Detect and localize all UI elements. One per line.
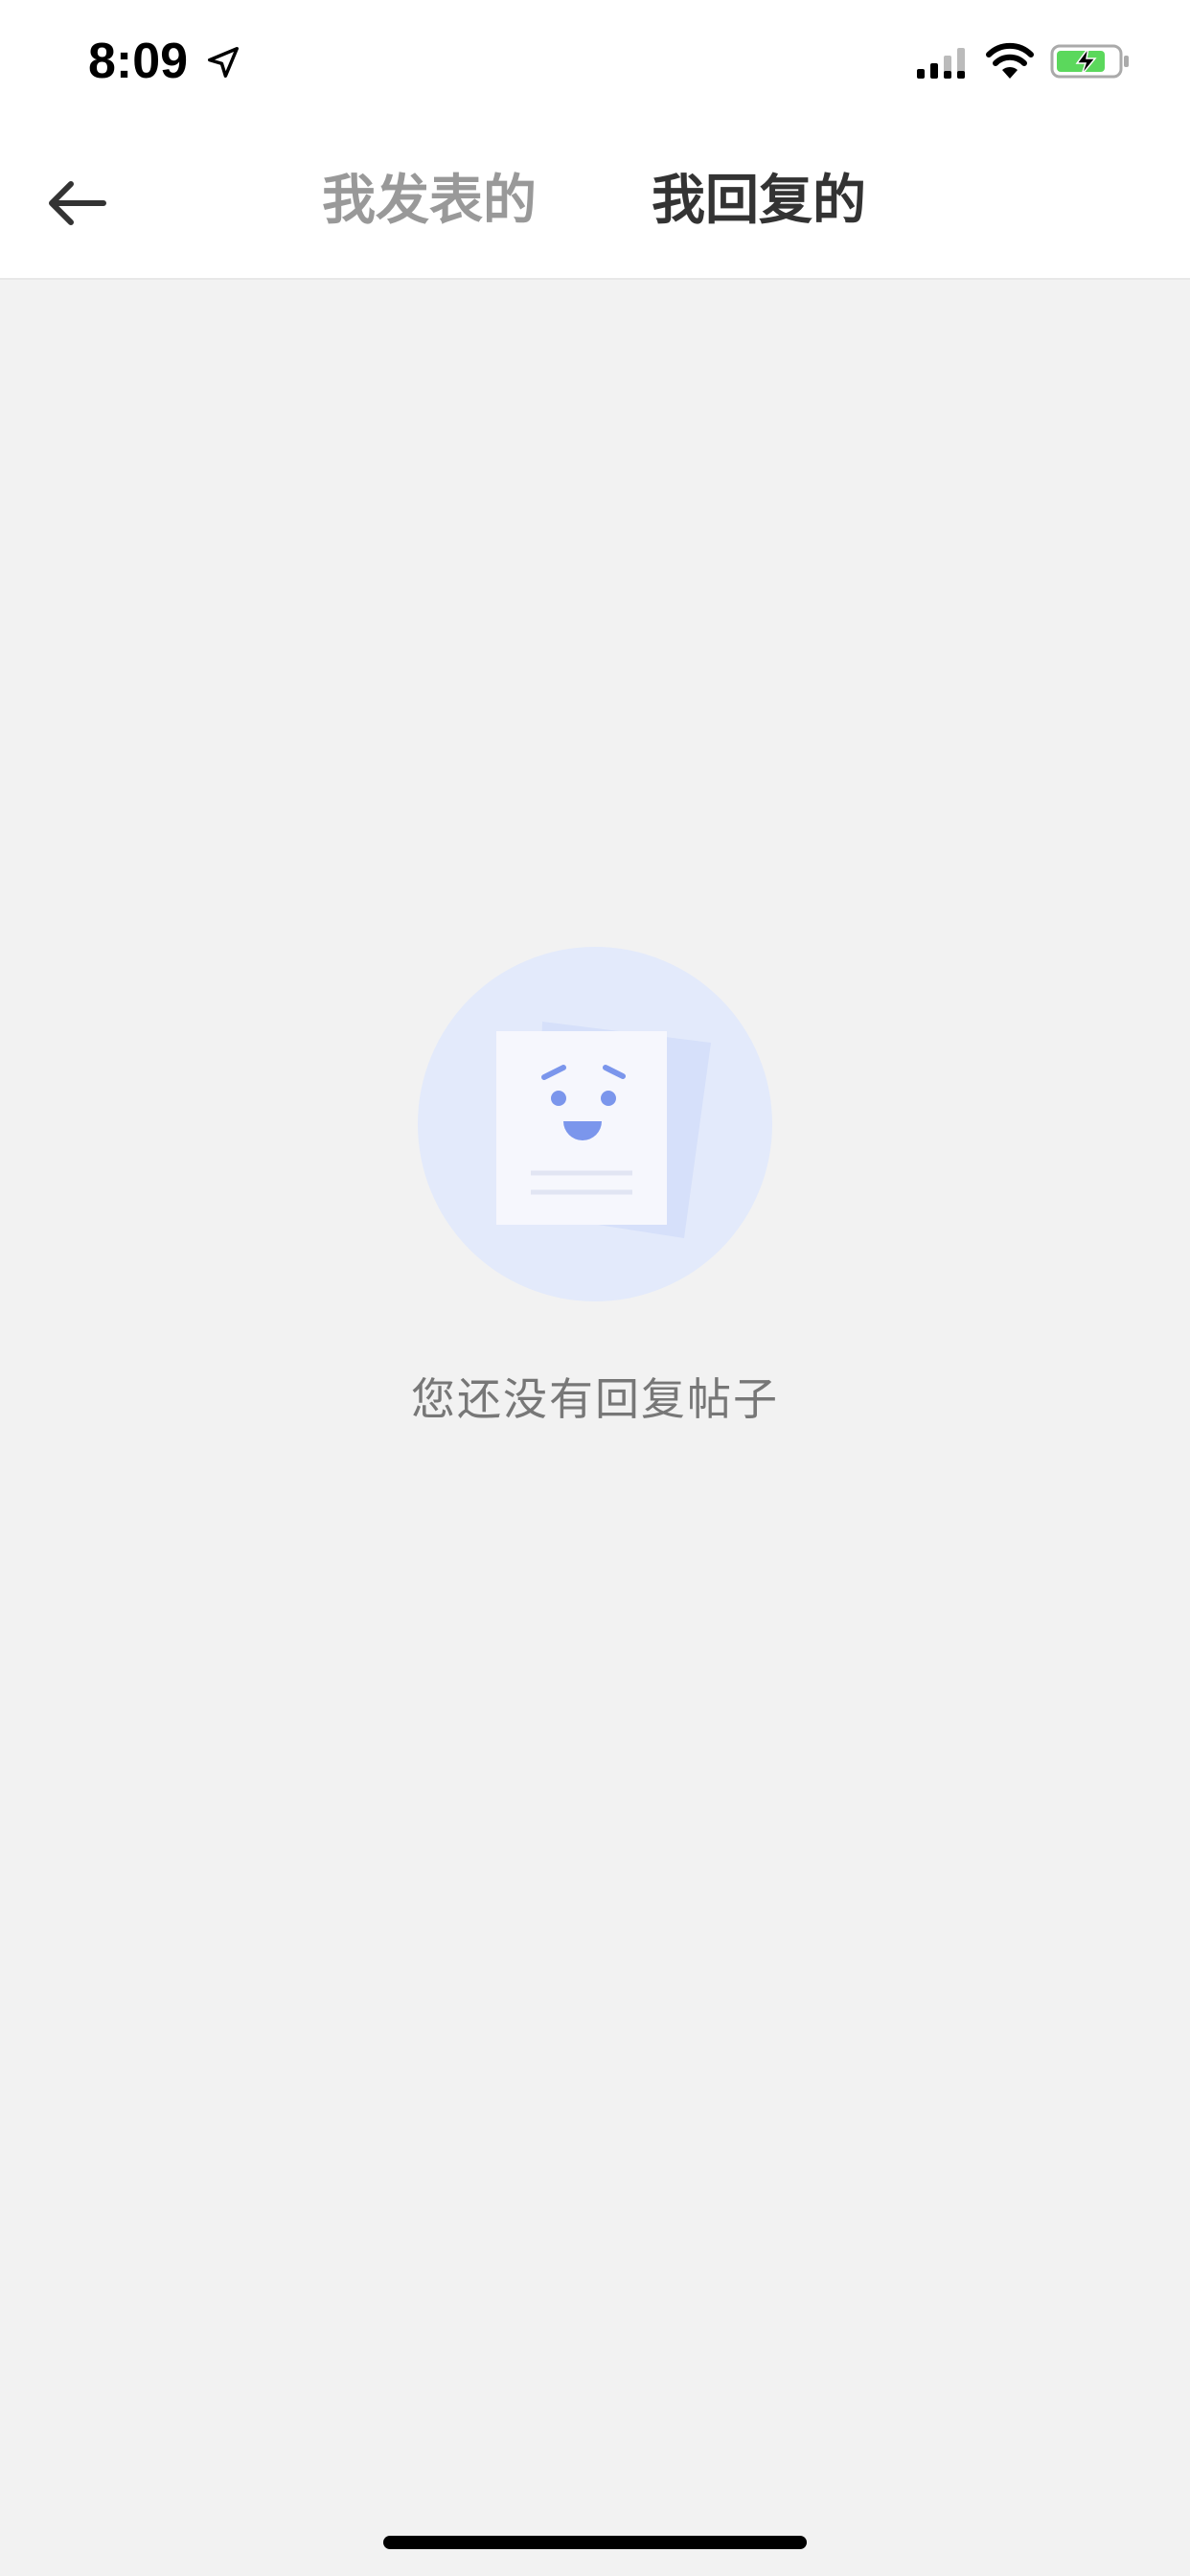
back-arrow-icon (49, 181, 106, 225)
status-time: 8:09 (88, 34, 189, 89)
nav-bar: 我发表的 我回复的 (0, 125, 1190, 280)
home-indicator[interactable] (383, 2536, 807, 2549)
wifi-icon (986, 42, 1034, 79)
empty-state-message: 您还没有回复帖子 (411, 1373, 779, 1425)
status-bar: 8:09 (0, 0, 1190, 125)
tab-my-posts[interactable]: 我发表的 (322, 163, 537, 240)
empty-document-face-icon (418, 947, 772, 1301)
battery-icon (1050, 44, 1129, 79)
tab-my-replies[interactable]: 我回复的 (652, 163, 866, 240)
location-icon (208, 47, 239, 78)
signal-icon (917, 48, 965, 79)
back-button[interactable] (38, 165, 115, 242)
